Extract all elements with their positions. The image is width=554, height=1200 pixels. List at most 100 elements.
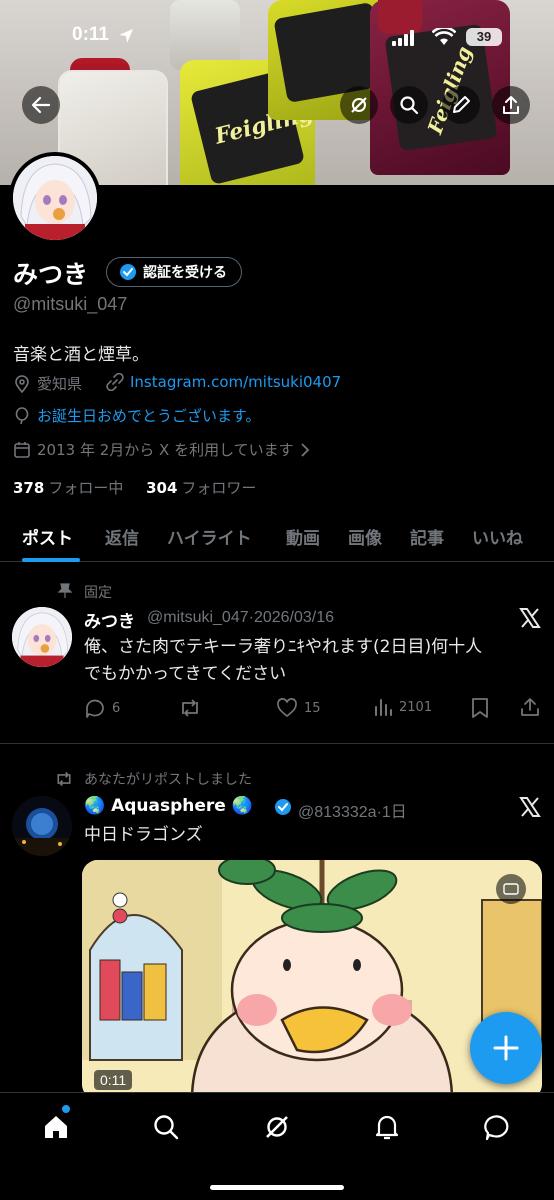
status-time: 0:11: [72, 24, 109, 45]
location-pin-icon: [15, 374, 29, 393]
bookmark-icon[interactable]: [470, 697, 490, 719]
nav-home[interactable]: [40, 1111, 72, 1143]
post-author-avatar[interactable]: [12, 796, 72, 856]
followers-count: 304: [146, 479, 178, 497]
views-count: 2101: [399, 699, 433, 715]
birthday-text: お誕生日おめでとうございます。: [37, 407, 261, 425]
location-text: 愛知県: [37, 375, 83, 393]
verified-badge-icon: [275, 799, 291, 815]
following-count: 378: [13, 479, 45, 497]
x-logo-icon: [519, 797, 541, 817]
post-handle-date: @813332a·1日: [298, 804, 407, 821]
verified-badge-icon: [120, 264, 136, 280]
share-button[interactable]: [492, 86, 530, 124]
profile-handle: @mitsuki_047: [13, 294, 128, 314]
repost-icon: [57, 771, 71, 787]
repost-label: あなたがリポストしました: [84, 772, 252, 788]
bell-icon: [375, 1115, 399, 1140]
heart-icon: [277, 698, 297, 718]
captions-icon: [503, 883, 519, 895]
status-bar: 0:11 39: [0, 22, 554, 52]
profile-location: 愛知県: [13, 373, 82, 394]
repost-icon: [182, 699, 198, 717]
share-icon: [503, 96, 519, 114]
profile-tabs: ポスト 返信 ハイライト 動画 画像 記事 いいね: [0, 516, 554, 562]
tab-photos[interactable]: 画像: [348, 524, 382, 549]
tab-posts[interactable]: ポスト: [22, 524, 73, 549]
calendar-icon: [14, 441, 30, 458]
captions-button[interactable]: [496, 874, 526, 904]
post-divider: [0, 743, 554, 744]
search-button[interactable]: [390, 86, 428, 124]
home-notification-dot: [62, 1105, 70, 1113]
tab-highlights[interactable]: ハイライト: [167, 524, 252, 549]
cellular-signal-icon: [392, 30, 414, 46]
search-icon: [400, 96, 419, 115]
plus-icon: [493, 1035, 519, 1061]
post-text-line: 俺、さた肉でテキーラ奢りﾆｷやれます(2日目)何十人: [84, 637, 483, 657]
following-label: フォロー中: [48, 479, 124, 497]
home-icon: [45, 1116, 67, 1138]
share-icon[interactable]: [519, 696, 541, 718]
profile-name: みつき: [13, 260, 89, 289]
reply-icon: [86, 699, 104, 718]
nav-notifications[interactable]: [371, 1111, 403, 1143]
tab-replies[interactable]: 返信: [105, 524, 139, 549]
grok-icon: [266, 1116, 288, 1138]
home-indicator: [210, 1185, 344, 1190]
chevron-right-icon: [300, 442, 309, 457]
like-button[interactable]: 15: [276, 697, 321, 719]
reply-button[interactable]: 6: [84, 697, 120, 719]
compose-post-button[interactable]: [470, 1012, 542, 1084]
views-button[interactable]: 2101: [373, 697, 432, 717]
balloon-icon: [15, 406, 29, 424]
chat-bubble-icon: [484, 1115, 509, 1141]
like-count: 15: [304, 700, 321, 716]
back-arrow-icon: [31, 96, 51, 114]
joined-text: 2013 年 2月から X を利用しています: [37, 441, 294, 459]
post-text: 中日ドラゴンズ: [84, 825, 203, 845]
avatar-illustration: [13, 156, 97, 240]
battery-indicator: 39: [466, 28, 502, 46]
back-button[interactable]: [22, 86, 60, 124]
website-link[interactable]: Instagram.com/mitsuki0407: [130, 373, 341, 391]
repost-button[interactable]: [178, 697, 202, 719]
profile-avatar[interactable]: [9, 152, 101, 244]
nav-messages[interactable]: [482, 1111, 514, 1143]
nav-grok[interactable]: [261, 1111, 293, 1143]
post-author-name[interactable]: 🌏 Aquasphere 🌏: [84, 796, 253, 816]
avatar-illustration: [12, 796, 72, 856]
post-author-name[interactable]: みつき: [84, 607, 135, 632]
nav-search[interactable]: [150, 1111, 182, 1143]
get-verified-button[interactable]: 認証を受ける: [106, 257, 242, 287]
profile-birthday: お誕生日おめでとうございます。: [13, 405, 261, 426]
bottom-navigation: [0, 1092, 554, 1200]
tab-articles[interactable]: 記事: [410, 524, 444, 549]
location-arrow-icon: [119, 29, 133, 43]
post-text-line: でもかかってきてください: [84, 664, 287, 684]
grok-icon: [351, 97, 367, 113]
post-author-avatar[interactable]: [12, 607, 72, 667]
video-duration: 0:11: [94, 1070, 133, 1090]
grok-button[interactable]: [340, 86, 378, 124]
followers-label: フォロワー: [181, 479, 257, 497]
edit-button[interactable]: [442, 86, 480, 124]
following-link[interactable]: 378 フォロー中: [13, 479, 123, 497]
profile-website[interactable]: Instagram.com/mitsuki0407: [106, 373, 341, 391]
tab-likes[interactable]: いいね: [472, 524, 523, 549]
post-handle-date: @mitsuki_047·2026/03/16: [147, 609, 335, 626]
wifi-icon: [432, 28, 456, 45]
follow-stats: 378 フォロー中 304 フォロワー: [13, 477, 256, 498]
post-text: 俺、さた肉でテキーラ奢りﾆｷやれます(2日目)何十人 でもかかってきてください: [84, 634, 544, 688]
get-verified-label: 認証を受ける: [143, 265, 227, 281]
pin-icon: [58, 583, 72, 598]
search-icon: [154, 1115, 179, 1140]
followers-link[interactable]: 304 フォロワー: [146, 479, 256, 497]
x-logo-icon: [519, 608, 541, 628]
profile-bio: 音楽と酒と煙草。: [13, 345, 149, 365]
views-chart-icon: [375, 699, 392, 716]
profile-joined[interactable]: 2013 年 2月から X を利用しています: [13, 439, 310, 460]
reply-count: 6: [112, 700, 121, 716]
tab-videos[interactable]: 動画: [286, 524, 320, 549]
avatar-illustration: [12, 607, 72, 667]
